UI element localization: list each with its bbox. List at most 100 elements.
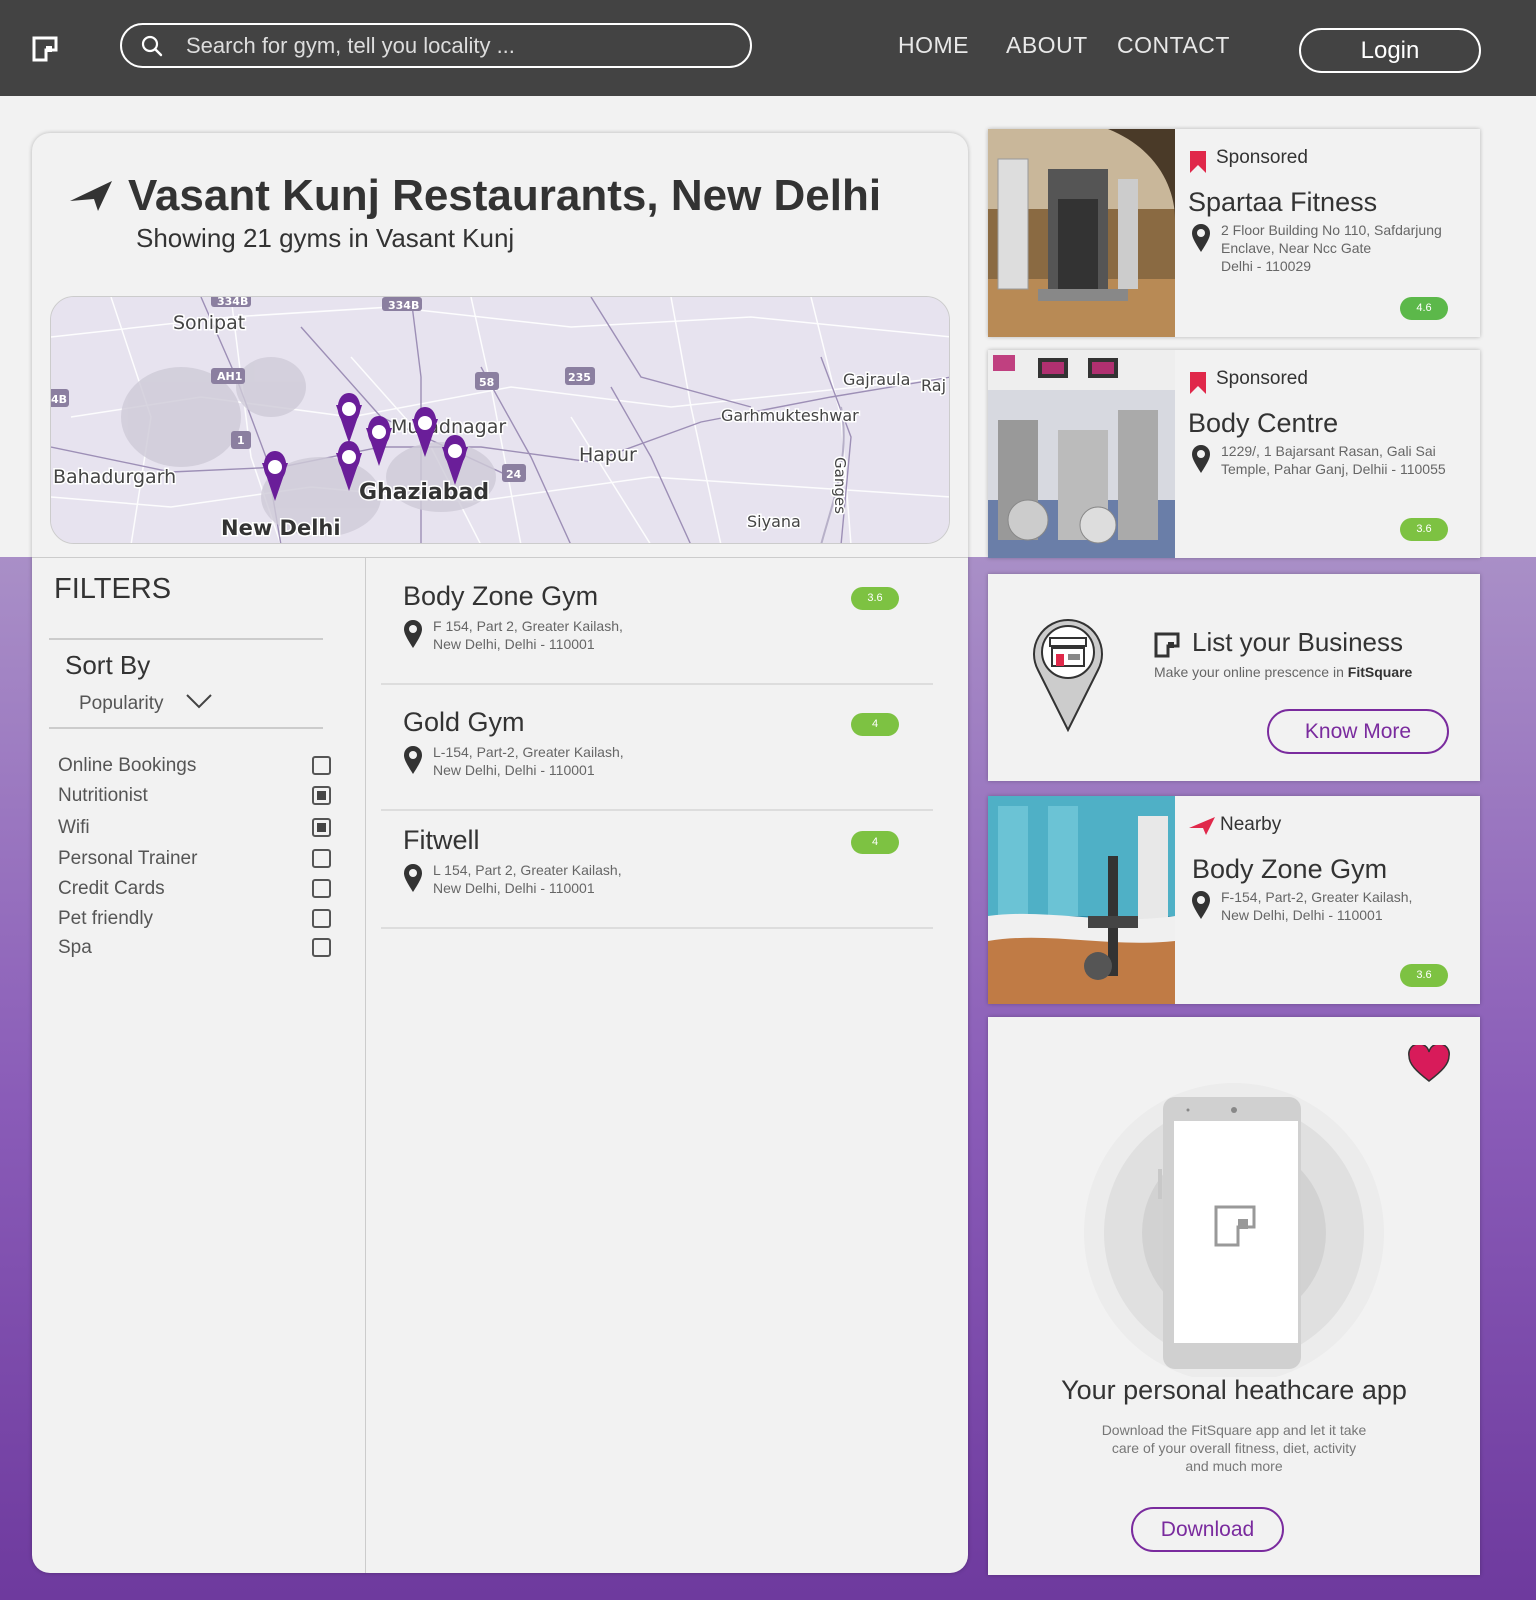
filter-label: Online Bookings [58,755,197,776]
brand-name: FitSquare [1347,664,1413,680]
bookmark-icon [1190,151,1206,173]
gym-address: 2 Floor Building No 110, Safdarjung Encl… [1221,221,1466,275]
nav-about[interactable]: ABOUT [1006,32,1088,59]
road-badge-label: 334B [388,299,419,312]
filter-spa[interactable]: Spa [58,937,331,961]
search-input[interactable] [186,31,726,61]
description-line: and much more [1185,1458,1283,1474]
app-description: Download the FitSquare app and let it ta… [1084,1421,1384,1475]
address-line: F-154, Part-2, Greater Kailash, [1221,889,1413,905]
map-label: Raj [921,376,946,395]
address-line: L 154, Part 2, Greater Kailash, [433,862,622,878]
fitsquare-logo[interactable] [32,36,58,62]
filter-personal-trainer[interactable]: Personal Trainer [58,848,331,872]
filter-label: Pet friendly [58,908,154,929]
location-pin-icon [404,746,422,774]
description-line: Download the FitSquare app and let it ta… [1101,1422,1367,1438]
address-line: 2 Floor Building No 110, Safdarjung [1221,222,1442,238]
map-label: Garhmukteshwar [721,406,859,425]
address-line: Enclave, Near Ncc Gate [1221,240,1372,256]
map-label: Ganges [831,457,849,514]
app-title: Your personal heathcare app [1061,1375,1407,1405]
map-label: Muradnagar [391,416,506,438]
gym-list-item[interactable]: Gold Gym L-154, Part-2, Greater Kailash,… [381,685,933,811]
sponsored-card[interactable]: Sponsored Body Centre 1229/, 1 Bajarsant… [988,350,1480,558]
filters-title: FILTERS [54,573,172,605]
search-bar[interactable] [120,23,752,68]
nav-home[interactable]: HOME [898,32,969,59]
description-line: care of your overall fitness, diet, acti… [1111,1440,1357,1456]
filter-wifi[interactable]: Wifi [58,817,331,841]
filter-checkbox[interactable] [312,879,331,898]
business-subtitle-text: Make your online prescence in [1154,664,1344,680]
map-label: New Delhi [221,516,341,540]
road-badge-label: 4B [51,393,67,406]
filter-label: Personal Trainer [58,848,198,869]
heart-icon[interactable] [1408,1045,1450,1083]
location-pin-icon [1192,891,1210,919]
location-pin-icon [1192,445,1210,473]
gym-list-item[interactable]: Fitwell L 154, Part 2, Greater Kailash, … [381,803,933,929]
rating-badge: 4 [851,831,899,854]
rating-badge: 3.6 [851,587,899,610]
filter-checkbox[interactable] [312,818,331,837]
list-business-card: List your Business Make your online pres… [988,574,1480,781]
rating-badge: 3.6 [1400,964,1448,987]
nav-contact[interactable]: CONTACT [1117,32,1230,59]
top-bar: HOME ABOUT CONTACT Login [0,0,1536,96]
filter-credit-cards[interactable]: Credit Cards [58,878,331,902]
sort-select[interactable]: Popularity [79,693,164,715]
download-button[interactable]: Download [1131,1507,1284,1552]
column-divider [365,557,366,1573]
know-more-button[interactable]: Know More [1267,709,1449,754]
chevron-down-icon[interactable] [186,693,212,709]
sort-by-label: Sort By [65,650,151,680]
gym-name[interactable]: Gold Gym [403,707,525,738]
gym-name[interactable]: Body Zone Gym [403,581,598,612]
filter-checkbox[interactable] [312,909,331,928]
rating-badge: 4 [851,713,899,736]
filter-checkbox[interactable] [312,756,331,775]
gym-photo [988,129,1175,337]
rating-badge: 4.6 [1400,297,1448,320]
gym-list-item[interactable]: Body Zone Gym F 154, Part 2, Greater Kai… [381,559,933,685]
gym-name[interactable]: Body Centre [1188,408,1338,439]
filter-nutritionist[interactable]: Nutritionist [58,785,331,809]
map-pin-store-icon [1033,619,1103,732]
gym-name[interactable]: Body Zone Gym [1192,854,1387,885]
filter-checkbox[interactable] [312,938,331,957]
gym-name[interactable]: Fitwell [403,825,480,856]
filter-label: Spa [58,937,92,958]
map[interactable]: 334B 334B AH1 1 58 235 24 4B Sonipat Bah… [50,296,950,544]
location-pin-icon [1192,224,1210,252]
filter-checkbox[interactable] [312,849,331,868]
filter-online-bookings[interactable]: Online Bookings [58,755,331,779]
gym-address: F-154, Part-2, Greater Kailash, New Delh… [1221,888,1466,924]
filter-label: Wifi [58,817,90,838]
gym-address: 1229/, 1 Bajarsant Rasan, Gali Sai Templ… [1221,442,1466,478]
address-line: Delhi - 110029 [1221,258,1312,274]
road-badge-label: AH1 [217,370,242,383]
filter-label: Nutritionist [58,785,148,806]
filter-checkbox[interactable] [312,786,331,805]
gym-name[interactable]: Spartaa Fitness [1188,187,1377,218]
login-button[interactable]: Login [1299,28,1481,73]
nearby-card[interactable]: Nearby Body Zone Gym F-154, Part-2, Grea… [988,796,1480,1004]
map-label: Siyana [747,512,801,531]
map-label: Bahadurgarh [53,466,176,488]
filter-pet-friendly[interactable]: Pet friendly [58,908,331,932]
main-card: Vasant Kunj Restaurants, New Delhi Showi… [32,133,968,1573]
search-icon [141,35,163,57]
road-badge-label: 58 [479,376,494,389]
page-subtitle: Showing 21 gyms in Vasant Kunj [136,223,515,253]
address-line: New Delhi, Delhi - 110001 [1221,907,1383,923]
page-title: Vasant Kunj Restaurants, New Delhi [128,171,882,220]
address-line: 1229/, 1 Bajarsant Rasan, Gali Sai [1221,443,1436,459]
nearby-tag: Nearby [1220,814,1282,835]
address-line: New Delhi, Delhi - 110001 [433,880,595,896]
sponsored-card[interactable]: Sponsored Spartaa Fitness 2 Floor Buildi… [988,129,1480,337]
sponsored-tag: Sponsored [1216,147,1308,168]
gym-address: L-154, Part-2, Greater Kailash, New Delh… [433,743,693,779]
section-divider [32,557,968,558]
location-pin-icon [404,864,422,892]
